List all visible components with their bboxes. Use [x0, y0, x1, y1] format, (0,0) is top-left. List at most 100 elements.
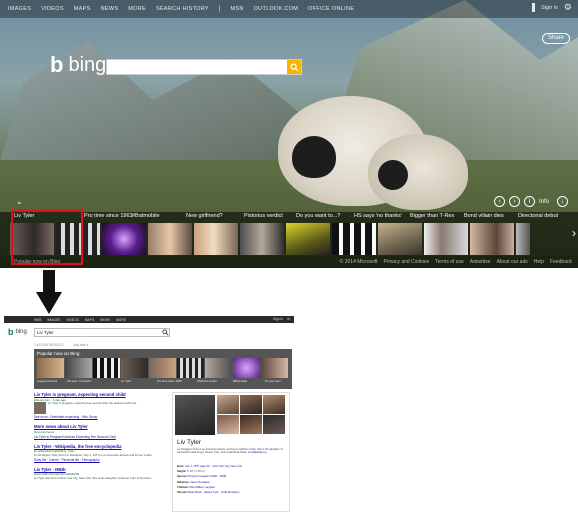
popular-label[interactable]: Do you want [265, 379, 281, 383]
popular-label[interactable]: Pistorius verdict [197, 379, 217, 383]
nav-office-online[interactable]: OFFICE ONLINE [308, 6, 354, 12]
popular-thumb[interactable] [65, 358, 92, 378]
popular-thumb[interactable] [177, 358, 204, 378]
chevron-right-icon[interactable]: › [572, 226, 576, 240]
carousel-caption[interactable]: Pistorius verdict [244, 213, 283, 219]
result-thumbnail[interactable] [34, 402, 46, 414]
results-nav-news[interactable]: NEWS [100, 318, 110, 322]
carousel-thumb[interactable] [148, 223, 192, 255]
next-image-icon[interactable]: › [508, 196, 520, 207]
popular-thumb[interactable] [205, 358, 232, 378]
results-nav-maps[interactable]: MAPS [85, 318, 94, 322]
panel-source-link[interactable]: en.wikipedia.org [248, 451, 267, 454]
carousel-caption[interactable]: HS says 'no thanks' [354, 213, 402, 219]
carousel-caption[interactable]: Directorial debut [518, 213, 558, 219]
gear-icon[interactable]: ⚙ [564, 3, 572, 12]
popular-label[interactable]: #Batmobile [233, 379, 247, 383]
share-button[interactable]: Share [541, 33, 570, 44]
carousel-thumb[interactable] [194, 223, 238, 255]
popular-label[interactable]: Liv Tyler [121, 379, 131, 383]
carousel-thumb[interactable] [470, 223, 514, 255]
info-icon[interactable]: i [523, 196, 535, 207]
download-icon[interactable]: ↓ [557, 196, 568, 207]
carousel-thumb[interactable] [286, 223, 330, 255]
result-title[interactable]: More news about Liv Tyler [34, 424, 164, 429]
panel-image[interactable] [263, 395, 285, 414]
results-sign-in[interactable]: Sign in [273, 317, 283, 321]
panel-image[interactable] [240, 415, 262, 434]
carousel-caption[interactable]: Bigger than T-Rex [410, 213, 454, 219]
previous-image-icon[interactable]: ‹ [493, 196, 505, 207]
result-sublinks[interactable]: Liv Tyler is Pregnant! Actress Expecting… [34, 435, 164, 439]
result-item: More news about Liv Tyler bing.com/news … [34, 424, 164, 439]
any-time-filter[interactable]: Any time ▾ [74, 343, 89, 347]
footer-link[interactable]: Privacy and Cookies [384, 259, 430, 265]
nav-maps[interactable]: MAPS [74, 6, 91, 12]
nav-images[interactable]: IMAGES [8, 6, 31, 12]
carousel-caption[interactable]: Bond villain dies [464, 213, 504, 219]
result-title[interactable]: Liv Tyler is pregnant, expecting second … [34, 392, 164, 397]
carousel-thumb[interactable] [102, 223, 146, 255]
carousel-thumb[interactable] [332, 223, 376, 255]
carousel-thumb[interactable] [240, 223, 284, 255]
panel-image[interactable] [240, 395, 262, 414]
popular-label[interactable]: HS says 'no thanks' [67, 379, 91, 383]
result-title[interactable]: Liv Tyler - IMDb [34, 467, 164, 472]
search-input[interactable] [106, 59, 302, 75]
result-snippet: Liv Rundgren Tyler (born Liv Rundgren; J… [34, 452, 153, 457]
carousel-caption[interactable]: New girlfriend? [186, 213, 223, 219]
carousel-caption[interactable]: #Batmobile [132, 213, 160, 219]
carousel-thumb[interactable] [516, 223, 530, 255]
nav-search-history[interactable]: SEARCH HISTORY [156, 6, 209, 12]
result-url: bing.com/news [34, 429, 55, 434]
popular-thumb[interactable] [149, 358, 176, 378]
panel-image[interactable] [263, 415, 285, 434]
nav-msn[interactable]: MSN [230, 6, 243, 12]
popular-label[interactable]: Pro time since 1963 [157, 379, 182, 383]
carousel-thumb[interactable] [378, 223, 422, 255]
search-icon[interactable] [162, 329, 169, 336]
results-bing-logo[interactable]: b bing [8, 328, 27, 337]
nav-outlook[interactable]: OUTLOOK.COM [254, 6, 299, 12]
results-nav-videos[interactable]: VIDEOS [66, 318, 78, 322]
bing-logo[interactable]: b bing [50, 54, 106, 76]
popular-label[interactable]: Legend of Korra [37, 379, 57, 383]
footer-link[interactable]: Terms of use [435, 259, 464, 265]
panel-image[interactable] [217, 415, 239, 434]
result-title[interactable]: Liv Tyler - Wikipedia, the free encyclop… [34, 444, 164, 449]
carousel-caption[interactable]: Do you want to...? [296, 213, 340, 219]
nav-videos[interactable]: VIDEOS [41, 6, 64, 12]
results-nav-images[interactable]: IMAGES [48, 318, 61, 322]
popular-thumb[interactable] [93, 358, 120, 378]
arrow-down-icon [36, 270, 62, 314]
nav-more[interactable]: MORE [128, 6, 146, 12]
info-label[interactable]: Info [539, 199, 549, 205]
search-button[interactable] [287, 60, 301, 74]
chevron-down-icon[interactable]: ⌄ [16, 197, 23, 206]
popular-thumb[interactable] [121, 358, 148, 378]
panel-image[interactable] [217, 395, 239, 414]
search-icon [289, 62, 299, 72]
result-item: Liv Tyler is pregnant, expecting second … [34, 392, 164, 419]
nav-news[interactable]: NEWS [101, 6, 119, 12]
popular-thumb[interactable] [261, 358, 288, 378]
popular-thumb[interactable] [233, 358, 260, 378]
carousel-thumb[interactable] [424, 223, 468, 255]
carousel-caption[interactable]: Pro time since 1963 [84, 213, 133, 219]
footer-link[interactable]: About our ads [497, 259, 528, 265]
panel-main-image[interactable] [175, 395, 215, 435]
panel-facts: Born: July 1, 1977 (age 37) · New York C… [177, 465, 287, 496]
top-nav: IMAGES VIDEOS MAPS NEWS MORE SEARCH HIST… [0, 0, 578, 18]
popular-thumb[interactable] [37, 358, 64, 378]
footer-link[interactable]: Advertise [470, 259, 491, 265]
sign-in-link[interactable]: Sign in [541, 5, 558, 11]
footer-link[interactable]: Help [534, 259, 544, 265]
result-sublinks[interactable]: Early life · Career · Personal life · Fi… [34, 458, 164, 462]
gear-icon[interactable]: ⚙ [287, 317, 290, 321]
results-nav-web[interactable]: WEB [34, 318, 42, 322]
footer-link[interactable]: Feedback [550, 259, 572, 265]
results-search-input[interactable]: Liv Tyler [34, 328, 170, 337]
rewards-icon[interactable] [532, 3, 536, 12]
result-sublinks[interactable]: See more: Celebrities expecting · Milo G… [34, 415, 164, 419]
results-nav-more[interactable]: MORE [116, 318, 126, 322]
